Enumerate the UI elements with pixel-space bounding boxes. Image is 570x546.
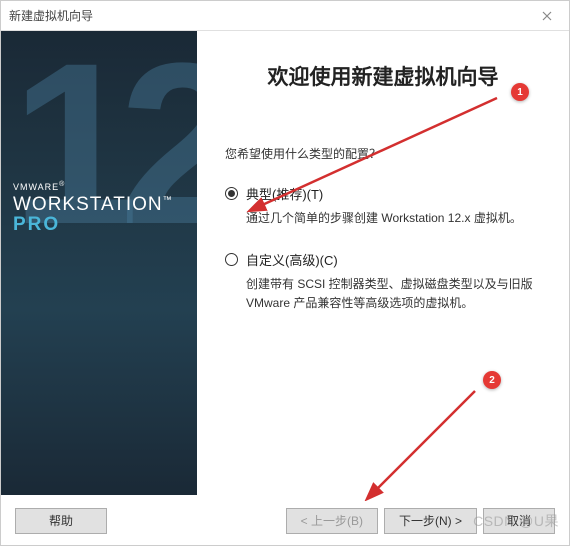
option-typical-label: 典型(推荐)(T) xyxy=(246,184,323,203)
wizard-main: 欢迎使用新建虚拟机向导 您希望使用什么类型的配置？ 典型(推荐)(T) 通过几个… xyxy=(197,31,569,495)
page-title: 欢迎使用新建虚拟机向导 xyxy=(225,61,541,91)
close-icon xyxy=(542,11,552,21)
brand-pro: PRO xyxy=(13,214,173,236)
brand-workstation: WORKSTATION™ xyxy=(13,194,173,216)
config-prompt: 您希望使用什么类型的配置？ xyxy=(225,145,541,162)
titlebar: 新建虚拟机向导 xyxy=(1,1,569,31)
option-custom[interactable]: 自定义(高级)(C) 创建带有 SCSI 控制器类型、虚拟磁盘类型以及与旧版 V… xyxy=(225,250,541,313)
watermark: CSDN @U果 xyxy=(473,511,559,531)
version-number-graphic: 12 xyxy=(11,31,197,276)
help-button[interactable]: 帮助 xyxy=(15,508,107,534)
wizard-sidebar: 12 VMWARE® WORKSTATION™ PRO xyxy=(1,31,197,495)
option-custom-label: 自定义(高级)(C) xyxy=(246,250,338,269)
option-typical[interactable]: 典型(推荐)(T) 通过几个简单的步骤创建 Workstation 12.x 虚… xyxy=(225,184,541,228)
close-button[interactable] xyxy=(524,1,569,31)
content-area: 12 VMWARE® WORKSTATION™ PRO 欢迎使用新建虚拟机向导 … xyxy=(1,31,569,495)
radio-custom[interactable] xyxy=(225,253,238,266)
option-custom-header: 自定义(高级)(C) xyxy=(225,250,541,269)
option-custom-desc: 创建带有 SCSI 控制器类型、虚拟磁盘类型以及与旧版 VMware 产品兼容性… xyxy=(246,275,541,313)
option-typical-desc: 通过几个简单的步骤创建 Workstation 12.x 虚拟机。 xyxy=(246,209,541,228)
back-button[interactable]: < 上一步(B) xyxy=(286,508,378,534)
brand-block: VMWARE® WORKSTATION™ PRO xyxy=(13,181,173,236)
wizard-window: 新建虚拟机向导 12 VMWARE® WORKSTATION™ PRO 欢迎使用… xyxy=(0,0,570,546)
annotation-arrow-2 xyxy=(357,386,487,501)
next-button[interactable]: 下一步(N) > xyxy=(384,508,477,534)
brand-vmware: VMWARE® xyxy=(13,181,173,192)
annotation-badge-1: 1 xyxy=(511,83,529,101)
radio-typical[interactable] xyxy=(225,187,238,200)
option-typical-header: 典型(推荐)(T) xyxy=(225,184,541,203)
annotation-badge-2: 2 xyxy=(483,371,501,389)
window-title: 新建虚拟机向导 xyxy=(9,7,93,24)
